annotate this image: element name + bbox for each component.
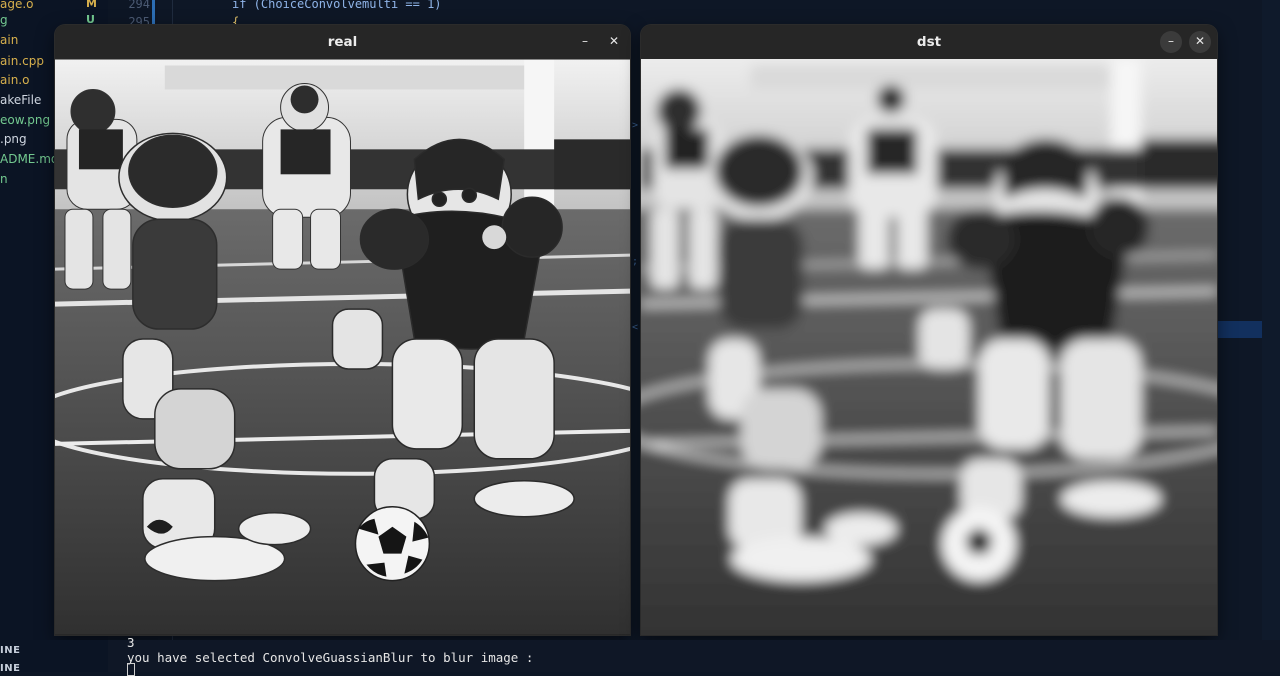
explorer-item-label: n xyxy=(0,172,8,186)
explorer-item-label: ain xyxy=(0,33,19,47)
explorer-item-label: g xyxy=(0,13,8,27)
terminal-cursor xyxy=(127,663,135,676)
window-dst[interactable]: dst – ✕ xyxy=(641,25,1217,635)
close-button[interactable]: ✕ xyxy=(603,31,625,53)
window-titlebar[interactable]: dst – ✕ xyxy=(641,25,1217,59)
explorer-item-label: akeFile xyxy=(0,93,42,107)
robots-photo-blurred xyxy=(641,59,1217,635)
panel-section-header[interactable]: INE xyxy=(0,645,20,656)
line-number: 294 xyxy=(128,0,150,11)
code-text: if (ChoiceConvolvemulti == 1) xyxy=(232,0,442,11)
terminal[interactable]: 3 you have selected ConvolveGuassianBlur… xyxy=(108,635,1280,672)
window-real[interactable]: real – ✕ xyxy=(55,25,630,635)
window-title: real xyxy=(327,34,358,50)
code-line[interactable]: if (ChoiceConvolvemulti == 1) xyxy=(232,0,442,13)
editor-glyph: ; xyxy=(632,256,639,267)
editor-scrollbar[interactable] xyxy=(1262,0,1280,640)
panel-sidebar: INE INE xyxy=(0,640,108,674)
minimize-button[interactable]: – xyxy=(1160,31,1182,53)
git-change-marker xyxy=(152,0,155,28)
robots-photo xyxy=(55,59,630,635)
explorer-item-label: ADME.md xyxy=(0,152,59,166)
explorer-item-label: ain.cpp xyxy=(0,54,44,68)
terminal-line: you have selected ConvolveGuassianBlur t… xyxy=(127,650,534,665)
window-title: dst xyxy=(916,34,942,50)
editor-glyph: < xyxy=(632,322,639,333)
explorer-item-label: ain.o xyxy=(0,73,30,87)
editor-glyph: > xyxy=(632,120,639,131)
image-view-real xyxy=(55,59,630,635)
window-titlebar[interactable]: real – ✕ xyxy=(55,25,630,59)
terminal-line: 3 xyxy=(127,635,135,650)
panel-section-header[interactable]: INE xyxy=(0,663,20,674)
explorer-item-label: eow.png xyxy=(0,113,51,127)
image-view-dst xyxy=(641,59,1217,635)
minimize-button[interactable]: – xyxy=(574,31,596,53)
explorer-item-label: .png xyxy=(0,132,27,146)
close-button[interactable]: ✕ xyxy=(1189,31,1211,53)
